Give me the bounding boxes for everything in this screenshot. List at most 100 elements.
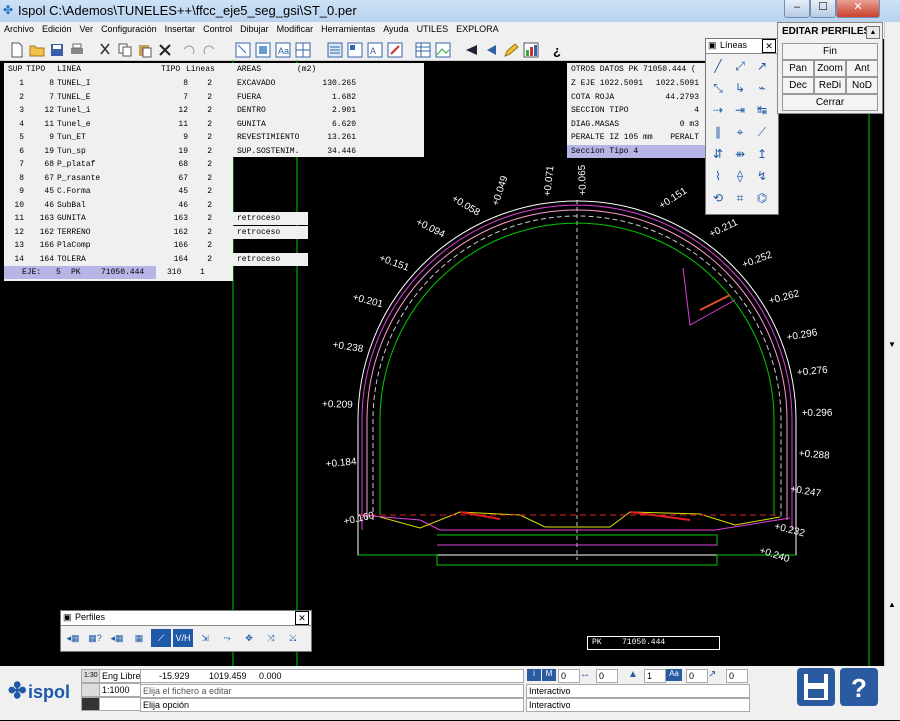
count-field-3[interactable]: 1 — [644, 669, 666, 683]
scale-toggle-icon[interactable]: 1:30 — [81, 669, 101, 683]
open-folder-icon[interactable] — [28, 41, 46, 59]
menu-modificar[interactable]: Modificar — [273, 22, 318, 36]
copy-icon[interactable] — [116, 41, 134, 59]
color-field[interactable] — [99, 697, 141, 711]
perfiles-tool-icon[interactable]: ⤳ — [217, 629, 237, 647]
lineas-tool-icon[interactable]: ⌇ — [709, 167, 727, 185]
lineas-tool-icon[interactable]: ⇥ — [731, 101, 749, 119]
cut-icon[interactable] — [96, 41, 114, 59]
perfiles-tool-icon[interactable]: ◂▦ — [63, 629, 83, 647]
save-drawing-button[interactable] — [797, 668, 835, 706]
delete-icon[interactable] — [156, 41, 174, 59]
lineas-tool-icon[interactable]: ⟋ — [753, 123, 771, 141]
help-icon[interactable]: ¿ — [548, 41, 566, 59]
grid-tool-icon[interactable] — [294, 41, 312, 59]
layers-icon[interactable] — [326, 41, 344, 59]
text-size-icon[interactable]: Aa — [666, 669, 682, 681]
lineas-tool-icon[interactable]: ⌬ — [753, 189, 771, 207]
back-arrow-icon[interactable] — [462, 41, 480, 59]
dec-button[interactable]: Dec — [782, 77, 814, 94]
lineas-tool-icon[interactable]: ↹ — [753, 101, 771, 119]
table-icon[interactable] — [414, 41, 432, 59]
lineas-tool-icon[interactable]: ⌁ — [753, 79, 771, 97]
lineas-tool-icon[interactable]: ⌖ — [731, 123, 749, 141]
help-button[interactable]: ? — [840, 668, 878, 706]
view-icon[interactable] — [346, 41, 364, 59]
option-prompt[interactable]: Elija opción — [140, 698, 524, 712]
undo-icon[interactable] — [180, 41, 198, 59]
pencil-icon[interactable] — [502, 41, 520, 59]
close-button[interactable]: ✕ — [836, 0, 880, 18]
menu-ver[interactable]: Ver — [76, 22, 98, 36]
scale-field[interactable]: 1:1000 — [99, 683, 141, 697]
select-tool-icon[interactable] — [234, 41, 252, 59]
menu-explora[interactable]: EXPLORA — [452, 22, 503, 36]
zoom-icon[interactable]: A — [366, 41, 384, 59]
perfiles-tool-icon[interactable]: ⟋ — [151, 629, 171, 647]
lineas-tool-icon[interactable]: ↗ — [753, 57, 771, 75]
maximize-button[interactable]: ☐ — [810, 0, 836, 18]
count-field-2[interactable]: 0 — [596, 669, 618, 683]
fin-button[interactable]: Fin — [782, 43, 878, 60]
lineas-tool-icon[interactable]: ⤡ — [709, 79, 727, 97]
lineas-tool-icon[interactable]: ⤢ — [731, 57, 749, 75]
save-icon[interactable] — [48, 41, 66, 59]
redo-icon[interactable] — [200, 41, 218, 59]
lineas-tool-icon[interactable]: ∥ — [709, 123, 727, 141]
cursor-icon[interactable]: ↗ — [708, 669, 722, 681]
right-scrollbar[interactable]: ▼ ▲ — [884, 22, 900, 666]
panel-collapse-button[interactable]: ▲ — [866, 26, 880, 39]
lineas-tool-icon[interactable]: ⌗ — [731, 189, 749, 207]
menu-ayuda[interactable]: Ayuda — [379, 22, 412, 36]
perfiles-tool-icon[interactable]: V/H — [173, 629, 193, 647]
eng-libre-field[interactable]: Eng Libre — [99, 669, 141, 683]
lineas-tool-icon[interactable]: ↳ — [731, 79, 749, 97]
pan-button[interactable]: Pan — [782, 60, 814, 77]
lineas-tool-icon[interactable]: ↯ — [753, 167, 771, 185]
menu-control[interactable]: Control — [199, 22, 236, 36]
scroll-up-icon[interactable]: ▲ — [888, 600, 898, 612]
print-icon[interactable] — [68, 41, 86, 59]
count-field-4[interactable]: 0 — [686, 669, 708, 683]
monitor-icon[interactable] — [81, 697, 101, 711]
lineas-tool-icon[interactable]: ⟲ — [709, 189, 727, 207]
link-icon[interactable]: ↔ — [580, 669, 594, 681]
prev-icon[interactable] — [482, 41, 500, 59]
menu-insertar[interactable]: Insertar — [161, 22, 200, 36]
ant-button[interactable]: Ant — [846, 60, 878, 77]
warning-icon[interactable]: ▲ — [628, 669, 642, 681]
menu-configuracion[interactable]: Configuración — [97, 22, 161, 36]
lineas-tool-icon[interactable]: ⇵ — [709, 145, 727, 163]
zoom-button[interactable]: Zoom — [814, 60, 846, 77]
perfiles-tool-icon[interactable]: ▦ — [129, 629, 149, 647]
mode-field-2[interactable]: Interactivo — [526, 698, 750, 712]
perfiles-tool-icon[interactable]: ⤨ — [261, 629, 281, 647]
perfiles-tool-icon[interactable]: ◂▦ — [107, 629, 127, 647]
new-file-icon[interactable] — [8, 41, 26, 59]
info-icon[interactable]: i — [527, 669, 541, 681]
layer-icon[interactable] — [81, 683, 101, 697]
perfiles-palette-close-button[interactable]: ✕ — [295, 611, 309, 625]
minimize-button[interactable]: ‒ — [784, 0, 810, 18]
menu-herramientas[interactable]: Herramientas — [317, 22, 379, 36]
paste-icon[interactable] — [136, 41, 154, 59]
properties-icon[interactable] — [386, 41, 404, 59]
count-field-1[interactable]: 0 — [558, 669, 580, 683]
lineas-tool-icon[interactable]: ⇢ — [709, 101, 727, 119]
nod-button[interactable]: NoD — [846, 77, 878, 94]
text-tool-icon[interactable]: Aa — [274, 41, 292, 59]
window-tool-icon[interactable] — [254, 41, 272, 59]
mode-field-1[interactable]: Interactivo — [526, 684, 750, 698]
menu-archivo[interactable]: Archivo — [0, 22, 38, 36]
chart-icon[interactable] — [522, 41, 540, 59]
lineas-tool-icon[interactable]: ⟠ — [731, 167, 749, 185]
lineas-tool-icon[interactable]: ⇻ — [731, 145, 749, 163]
lineas-tool-icon[interactable]: ╱ — [709, 57, 727, 75]
menu-dibujar[interactable]: Dibujar — [236, 22, 273, 36]
lineas-palette-close-button[interactable]: ✕ — [762, 39, 776, 53]
image-icon[interactable] — [434, 41, 452, 59]
cerrar-button[interactable]: Cerrar — [782, 94, 878, 111]
scroll-down-icon[interactable]: ▼ — [888, 340, 898, 352]
menu-edicion[interactable]: Edición — [38, 22, 76, 36]
perfiles-tool-icon[interactable]: ✥ — [239, 629, 259, 647]
